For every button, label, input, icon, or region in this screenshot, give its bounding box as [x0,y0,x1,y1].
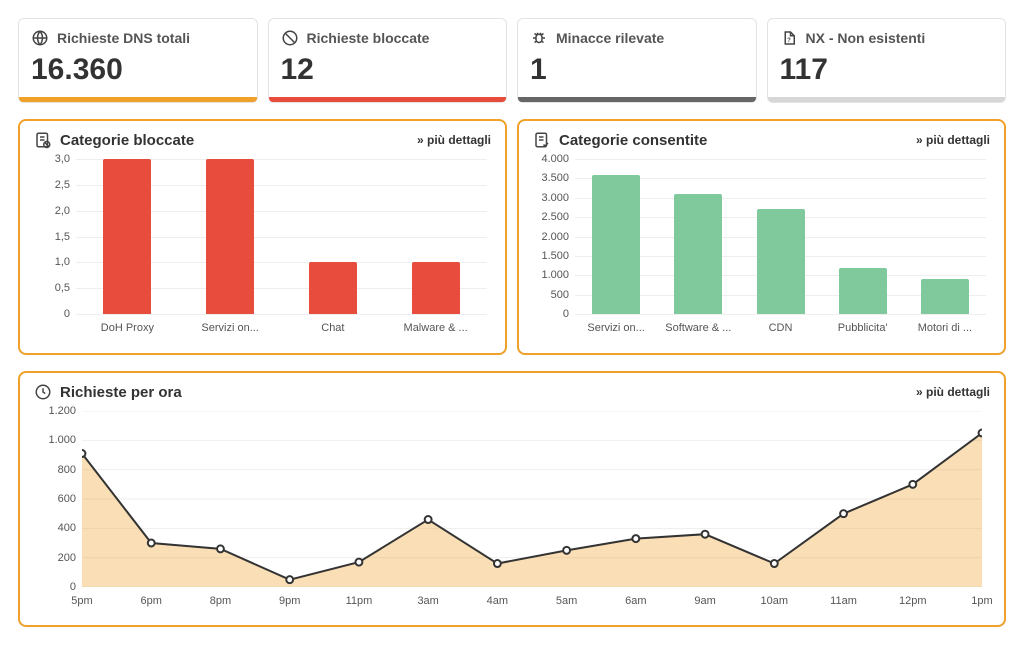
y-tick-label: 200 [34,552,76,564]
x-tick-label: 6pm [141,595,162,607]
x-tick-label: Pubblicita' [838,322,888,334]
y-tick-label: 3.000 [533,192,569,204]
y-tick-label: 0 [34,581,76,593]
svg-text:?: ? [787,38,791,44]
stat-accent-bar [768,97,1006,102]
x-tick-label: 4am [487,595,508,607]
x-tick-label: Malware & ... [404,322,468,334]
y-tick-label: 1.200 [34,405,76,417]
more-details-link[interactable]: » più dettagli [417,133,491,147]
y-tick-label: 1,5 [34,231,70,243]
bar [412,262,460,314]
x-tick-label: 5pm [71,595,92,607]
stat-accent-bar [19,97,257,102]
x-tick-label: CDN [769,322,793,334]
chart-requests-per-hour: 02004006008001.0001.2005pm6pm8pm9pm11pm3… [34,411,990,611]
y-tick-label: 2.500 [533,211,569,223]
y-tick-label: 3,0 [34,153,70,165]
x-tick-label: 11pm [346,595,373,607]
nx-icon: ? [780,29,798,47]
stat-label: NX - Non esistenti [806,30,926,46]
bar [309,262,357,314]
y-tick-label: 400 [34,522,76,534]
y-tick-label: 0 [533,308,569,320]
x-tick-label: 11am [830,595,857,607]
x-tick-label: Chat [321,322,344,334]
x-tick-label: 6am [625,595,646,607]
y-tick-label: 1.500 [533,250,569,262]
stat-value-blocked: 12 [281,53,495,87]
y-tick-label: 1.000 [533,269,569,281]
chart-allowed-categories: 05001.0001.5002.0002.5003.0003.5004.000S… [533,159,990,339]
y-tick-label: 1,0 [34,256,70,268]
bar [757,209,805,314]
bar [674,194,722,314]
bar [592,175,640,315]
x-tick-label: 3am [417,595,438,607]
more-details-link[interactable]: » più dettagli [916,133,990,147]
stat-card-blocked: Richieste bloccate 12 [268,18,508,103]
panel-allowed-categories: Categorie consentite » più dettagli 0 500… [517,119,1006,355]
x-tick-label: 12pm [899,595,927,607]
stat-card-threats: Minacce rilevate 1 [517,18,757,103]
x-tick-label: 9am [694,595,715,607]
stat-label: Richieste bloccate [307,30,430,46]
dns-icon [31,29,49,47]
chart-blocked-categories: 00,51,01,52,02,53,0DoH ProxyServizi on..… [34,159,491,339]
x-tick-label: Motori di ... [918,322,972,334]
stat-label: Minacce rilevate [556,30,664,46]
panel-title: Categorie bloccate [60,132,194,149]
bar [103,159,151,314]
bug-icon [530,29,548,47]
blocked-icon [281,29,299,47]
y-tick-label: 3.500 [533,172,569,184]
bar [206,159,254,314]
x-tick-label: 1pm [971,595,992,607]
more-details-link[interactable]: » più dettagli [916,385,990,399]
x-tick-label: Software & ... [665,322,731,334]
y-tick-label: 4.000 [533,153,569,165]
panel-requests-per-hour: Richieste per ora » più dettagli 0 200 400… [18,371,1006,627]
bar [839,268,887,315]
y-tick-label: 0 [34,308,70,320]
y-tick-label: 2,0 [34,205,70,217]
list-blocked-icon [34,131,52,149]
stat-value-threats: 1 [530,53,744,87]
y-tick-label: 800 [34,464,76,476]
clock-icon [34,383,52,401]
x-tick-label: Servizi on... [201,322,258,334]
x-tick-label: 5am [556,595,577,607]
stat-label: Richieste DNS totali [57,30,190,46]
x-tick-label: Servizi on... [587,322,644,334]
stat-accent-bar [518,97,756,102]
y-tick-label: 2,5 [34,179,70,191]
stat-card-nx: ? NX - Non esistenti 117 [767,18,1007,103]
y-tick-label: 1.000 [34,434,76,446]
stat-value-nx: 117 [780,53,994,87]
bar [921,279,969,314]
panel-title: Categorie consentite [559,132,707,149]
x-tick-label: 8pm [210,595,231,607]
y-tick-label: 0,5 [34,282,70,294]
x-tick-label: 9pm [279,595,300,607]
y-tick-label: 600 [34,493,76,505]
y-tick-label: 500 [533,289,569,301]
list-allowed-icon [533,131,551,149]
panel-title: Richieste per ora [60,384,182,401]
x-tick-label: DoH Proxy [101,322,154,334]
stat-value-total: 16.360 [31,53,245,87]
y-tick-label: 2.000 [533,231,569,243]
stat-card-total: Richieste DNS totali 16.360 [18,18,258,103]
x-tick-label: 10am [761,595,789,607]
stat-accent-bar [269,97,507,102]
panel-blocked-categories: Categorie bloccate » più dettagli 0 0,5 1,… [18,119,507,355]
